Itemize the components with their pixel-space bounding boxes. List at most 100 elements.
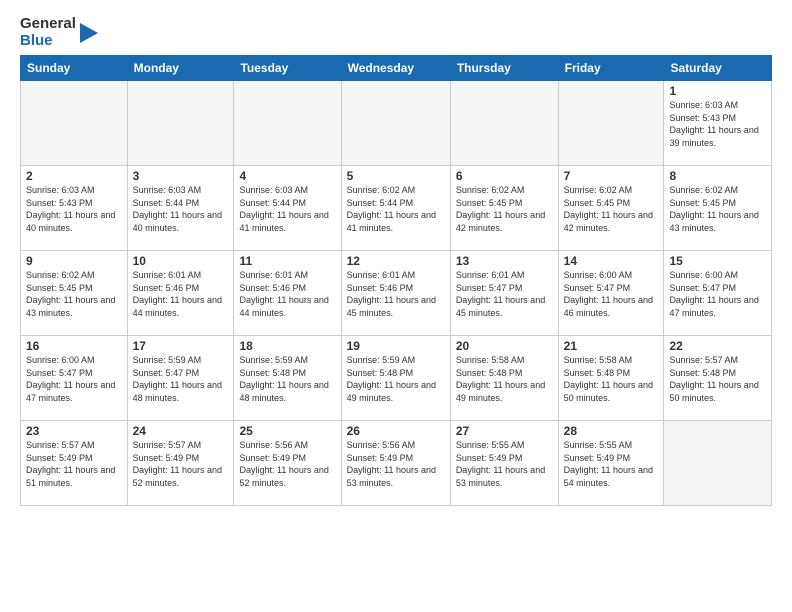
day-cell: 7Sunrise: 6:02 AMSunset: 5:45 PMDaylight…: [558, 166, 664, 251]
day-info: Sunrise: 6:00 AMSunset: 5:47 PMDaylight:…: [669, 269, 766, 319]
day-cell: 5Sunrise: 6:02 AMSunset: 5:44 PMDaylight…: [341, 166, 450, 251]
day-number: 27: [456, 424, 553, 438]
col-header-tuesday: Tuesday: [234, 56, 341, 81]
logo: General Blue: [20, 16, 100, 49]
day-info: Sunrise: 6:02 AMSunset: 5:45 PMDaylight:…: [456, 184, 553, 234]
day-number: 12: [347, 254, 445, 268]
day-info: Sunrise: 6:02 AMSunset: 5:45 PMDaylight:…: [564, 184, 659, 234]
day-number: 23: [26, 424, 122, 438]
day-cell: 17Sunrise: 5:59 AMSunset: 5:47 PMDayligh…: [127, 336, 234, 421]
day-number: 10: [133, 254, 229, 268]
day-info: Sunrise: 6:01 AMSunset: 5:46 PMDaylight:…: [347, 269, 445, 319]
calendar-header-row: SundayMondayTuesdayWednesdayThursdayFrid…: [21, 56, 772, 81]
col-header-saturday: Saturday: [664, 56, 772, 81]
day-cell: 15Sunrise: 6:00 AMSunset: 5:47 PMDayligh…: [664, 251, 772, 336]
day-number: 11: [239, 254, 335, 268]
header: General Blue: [20, 16, 772, 49]
day-cell: [341, 81, 450, 166]
day-info: Sunrise: 5:58 AMSunset: 5:48 PMDaylight:…: [456, 354, 553, 404]
day-cell: 6Sunrise: 6:02 AMSunset: 5:45 PMDaylight…: [450, 166, 558, 251]
day-number: 16: [26, 339, 122, 353]
day-cell: 13Sunrise: 6:01 AMSunset: 5:47 PMDayligh…: [450, 251, 558, 336]
day-number: 4: [239, 169, 335, 183]
day-number: 5: [347, 169, 445, 183]
day-info: Sunrise: 6:01 AMSunset: 5:47 PMDaylight:…: [456, 269, 553, 319]
day-number: 25: [239, 424, 335, 438]
day-number: 18: [239, 339, 335, 353]
day-cell: 20Sunrise: 5:58 AMSunset: 5:48 PMDayligh…: [450, 336, 558, 421]
day-number: 3: [133, 169, 229, 183]
day-info: Sunrise: 6:01 AMSunset: 5:46 PMDaylight:…: [133, 269, 229, 319]
day-number: 26: [347, 424, 445, 438]
day-info: Sunrise: 6:03 AMSunset: 5:43 PMDaylight:…: [26, 184, 122, 234]
col-header-wednesday: Wednesday: [341, 56, 450, 81]
col-header-sunday: Sunday: [21, 56, 128, 81]
day-number: 6: [456, 169, 553, 183]
day-cell: [450, 81, 558, 166]
day-info: Sunrise: 6:02 AMSunset: 5:44 PMDaylight:…: [347, 184, 445, 234]
logo-blue: Blue: [20, 33, 76, 50]
day-info: Sunrise: 5:59 AMSunset: 5:48 PMDaylight:…: [239, 354, 335, 404]
day-cell: 24Sunrise: 5:57 AMSunset: 5:49 PMDayligh…: [127, 421, 234, 506]
day-info: Sunrise: 6:00 AMSunset: 5:47 PMDaylight:…: [26, 354, 122, 404]
day-cell: 4Sunrise: 6:03 AMSunset: 5:44 PMDaylight…: [234, 166, 341, 251]
day-cell: 19Sunrise: 5:59 AMSunset: 5:48 PMDayligh…: [341, 336, 450, 421]
day-number: 8: [669, 169, 766, 183]
day-number: 14: [564, 254, 659, 268]
day-number: 15: [669, 254, 766, 268]
day-cell: 25Sunrise: 5:56 AMSunset: 5:49 PMDayligh…: [234, 421, 341, 506]
day-info: Sunrise: 6:00 AMSunset: 5:47 PMDaylight:…: [564, 269, 659, 319]
day-info: Sunrise: 5:57 AMSunset: 5:48 PMDaylight:…: [669, 354, 766, 404]
day-number: 20: [456, 339, 553, 353]
calendar: SundayMondayTuesdayWednesdayThursdayFrid…: [20, 55, 772, 506]
day-number: 9: [26, 254, 122, 268]
day-cell: 9Sunrise: 6:02 AMSunset: 5:45 PMDaylight…: [21, 251, 128, 336]
day-number: 19: [347, 339, 445, 353]
logo-general: General: [20, 16, 76, 33]
day-cell: 11Sunrise: 6:01 AMSunset: 5:46 PMDayligh…: [234, 251, 341, 336]
day-info: Sunrise: 5:55 AMSunset: 5:49 PMDaylight:…: [456, 439, 553, 489]
day-cell: [234, 81, 341, 166]
day-number: 7: [564, 169, 659, 183]
day-number: 17: [133, 339, 229, 353]
day-number: 24: [133, 424, 229, 438]
day-cell: 22Sunrise: 5:57 AMSunset: 5:48 PMDayligh…: [664, 336, 772, 421]
day-number: 13: [456, 254, 553, 268]
day-info: Sunrise: 6:01 AMSunset: 5:46 PMDaylight:…: [239, 269, 335, 319]
col-header-thursday: Thursday: [450, 56, 558, 81]
day-info: Sunrise: 6:02 AMSunset: 5:45 PMDaylight:…: [669, 184, 766, 234]
day-number: 22: [669, 339, 766, 353]
week-row-1: 1Sunrise: 6:03 AMSunset: 5:43 PMDaylight…: [21, 81, 772, 166]
day-info: Sunrise: 5:59 AMSunset: 5:47 PMDaylight:…: [133, 354, 229, 404]
week-row-4: 16Sunrise: 6:00 AMSunset: 5:47 PMDayligh…: [21, 336, 772, 421]
day-info: Sunrise: 5:56 AMSunset: 5:49 PMDaylight:…: [239, 439, 335, 489]
page: General Blue SundayMondayTuesdayWednesda…: [0, 0, 792, 612]
day-cell: 23Sunrise: 5:57 AMSunset: 5:49 PMDayligh…: [21, 421, 128, 506]
day-info: Sunrise: 6:02 AMSunset: 5:45 PMDaylight:…: [26, 269, 122, 319]
day-cell: 16Sunrise: 6:00 AMSunset: 5:47 PMDayligh…: [21, 336, 128, 421]
day-cell: 1Sunrise: 6:03 AMSunset: 5:43 PMDaylight…: [664, 81, 772, 166]
day-cell: [558, 81, 664, 166]
day-cell: 10Sunrise: 6:01 AMSunset: 5:46 PMDayligh…: [127, 251, 234, 336]
day-info: Sunrise: 5:58 AMSunset: 5:48 PMDaylight:…: [564, 354, 659, 404]
day-number: 28: [564, 424, 659, 438]
day-cell: 8Sunrise: 6:02 AMSunset: 5:45 PMDaylight…: [664, 166, 772, 251]
day-cell: [664, 421, 772, 506]
day-number: 21: [564, 339, 659, 353]
day-cell: [127, 81, 234, 166]
day-info: Sunrise: 5:55 AMSunset: 5:49 PMDaylight:…: [564, 439, 659, 489]
week-row-3: 9Sunrise: 6:02 AMSunset: 5:45 PMDaylight…: [21, 251, 772, 336]
day-number: 2: [26, 169, 122, 183]
day-info: Sunrise: 6:03 AMSunset: 5:44 PMDaylight:…: [239, 184, 335, 234]
day-cell: 18Sunrise: 5:59 AMSunset: 5:48 PMDayligh…: [234, 336, 341, 421]
day-info: Sunrise: 5:57 AMSunset: 5:49 PMDaylight:…: [133, 439, 229, 489]
day-cell: 27Sunrise: 5:55 AMSunset: 5:49 PMDayligh…: [450, 421, 558, 506]
day-cell: [21, 81, 128, 166]
day-cell: 3Sunrise: 6:03 AMSunset: 5:44 PMDaylight…: [127, 166, 234, 251]
day-cell: 2Sunrise: 6:03 AMSunset: 5:43 PMDaylight…: [21, 166, 128, 251]
day-info: Sunrise: 6:03 AMSunset: 5:44 PMDaylight:…: [133, 184, 229, 234]
day-info: Sunrise: 5:56 AMSunset: 5:49 PMDaylight:…: [347, 439, 445, 489]
day-cell: 12Sunrise: 6:01 AMSunset: 5:46 PMDayligh…: [341, 251, 450, 336]
logo-flag-icon: [78, 19, 100, 47]
day-info: Sunrise: 5:59 AMSunset: 5:48 PMDaylight:…: [347, 354, 445, 404]
